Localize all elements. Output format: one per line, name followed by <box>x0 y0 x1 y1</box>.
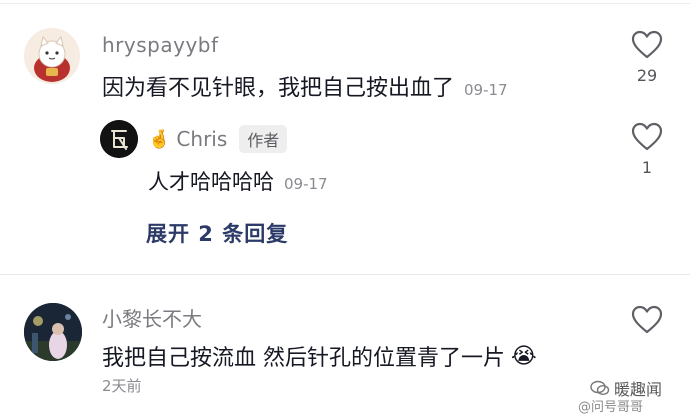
comment-date: 09-17 <box>464 81 508 99</box>
top-divider <box>0 3 690 4</box>
heart-icon <box>631 305 663 334</box>
like-count: 29 <box>636 66 658 85</box>
reply-username: Chris <box>176 127 228 151</box>
avatar[interactable] <box>100 120 138 158</box>
like-count: 1 <box>641 158 653 177</box>
calligraphy-icon <box>100 120 138 158</box>
comment-body: 我把自己按流血 然后针孔的位置青了一片 <box>102 346 505 371</box>
comment-username[interactable]: 小黎长不大 <box>102 303 202 332</box>
avatar[interactable] <box>24 28 80 84</box>
author-badge: 作者 <box>239 125 288 153</box>
heart-icon <box>631 30 663 59</box>
finger-crossed-emoji: 🤞 <box>148 128 171 150</box>
reply-date: 09-17 <box>284 175 328 193</box>
comment-time: 2天前 <box>102 377 142 395</box>
reply-author[interactable]: 🤞 Chris 作者 <box>148 125 288 153</box>
crying-emoji: 😭 <box>511 343 537 369</box>
like-button[interactable] <box>627 305 667 335</box>
heart-icon <box>631 122 663 151</box>
like-button[interactable]: 1 <box>627 122 667 177</box>
expand-replies-link[interactable]: 展开 2 条回复 <box>146 218 288 248</box>
reply-body: 人才哈哈哈哈 <box>148 170 274 194</box>
comment-username[interactable]: hryspayybf <box>102 33 219 57</box>
lucky-cat-icon <box>24 28 80 84</box>
like-button[interactable]: 29 <box>627 30 667 85</box>
wechat-icon <box>590 380 610 396</box>
comment-text: 因为看不见针眼，我把自己按出血了 09-17 <box>102 70 508 102</box>
avatar[interactable] <box>24 303 82 361</box>
comment-text: 我把自己按流血 然后针孔的位置青了一片 😭 <box>102 340 537 372</box>
watermark-handle: @问号哥哥 <box>578 400 644 415</box>
reply-text: 人才哈哈哈哈 09-17 <box>148 166 328 196</box>
comment-body: 因为看不见针眼，我把自己按出血了 <box>102 76 455 101</box>
comment-divider <box>0 274 690 275</box>
night-photo-icon <box>24 303 82 361</box>
